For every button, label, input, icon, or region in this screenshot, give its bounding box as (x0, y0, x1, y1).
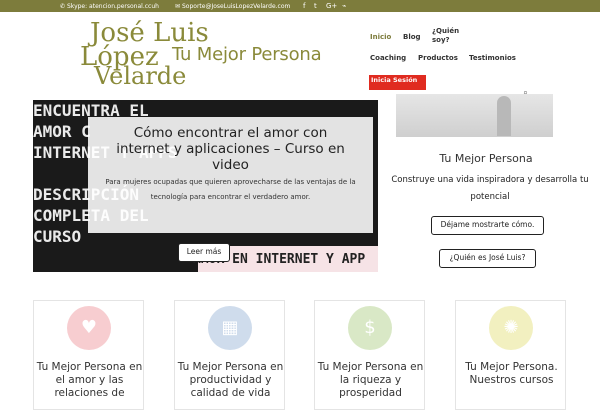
google-plus-icon[interactable]: G+ (326, 2, 337, 10)
sidebar-person-silhouette (497, 96, 511, 136)
nav-item-productos[interactable]: Productos (418, 54, 458, 62)
card-title[interactable]: Tu Mejor Persona en productividad y cali… (175, 361, 286, 400)
nav-item-inicio[interactable]: Inicio (370, 33, 391, 41)
show-me-how-button[interactable]: Déjame mostrarte cómo. (431, 216, 544, 235)
card-productivity[interactable]: ▦ Tu Mejor Persona en productividad y ca… (174, 300, 285, 410)
calendar-icon: ▦ (221, 317, 239, 338)
nav-item-blog[interactable]: Blog (403, 33, 421, 41)
card-title[interactable]: Tu Mejor Persona en el amor y las relaci… (34, 361, 145, 400)
card-icon-circle: $ (348, 306, 392, 350)
card-love[interactable]: ♥ Tu Mejor Persona en el amor y las rela… (33, 300, 144, 410)
card-courses[interactable]: ✺ Tu Mejor Persona. Nuestros cursos (455, 300, 566, 410)
card-title[interactable]: Tu Mejor Persona. Nuestros cursos (456, 361, 567, 387)
email-text[interactable]: Soporte@JoseLuisLopezVelarde.com (182, 3, 290, 10)
card-icon-circle: ✺ (489, 306, 533, 350)
dollar-icon: $ (364, 317, 376, 338)
login-button[interactable]: Inicia Sesión (369, 75, 426, 90)
rss-icon[interactable]: ⌁ (342, 2, 346, 10)
sidebar-image (396, 94, 553, 137)
nav-item-coaching[interactable]: Coaching (370, 54, 406, 62)
card-wealth[interactable]: $ Tu Mejor Persona en la riqueza y prosp… (314, 300, 425, 410)
heart-icon: ♥ (80, 317, 98, 338)
nav-item-quien-soy[interactable]: ¿Quién soy? (432, 27, 464, 45)
lightbulb-icon: ✺ (503, 317, 519, 338)
logo-line-3: Velarde (94, 62, 187, 90)
skype-icon: ✆ (60, 3, 66, 10)
hero-caption: Cómo encontrar el amor con internet y ap… (88, 117, 373, 233)
hero-description: Para mujeres ocupadas que quieren aprove… (105, 178, 356, 201)
nav-item-testimonios[interactable]: Testimonios (469, 54, 516, 62)
card-icon-circle: ♥ (67, 306, 111, 350)
sidebar-title: Tu Mejor Persona (439, 152, 533, 165)
card-title[interactable]: Tu Mejor Persona en la riqueza y prosper… (315, 361, 426, 400)
logo-tagline: Tu Mejor Persona (172, 44, 322, 65)
hero-title[interactable]: Cómo encontrar el amor con internet y ap… (88, 125, 373, 173)
facebook-icon[interactable]: f (303, 2, 305, 10)
top-bar: ✆ Skype: atencion.personal.ccuh ✉ Soport… (0, 0, 600, 12)
skype-text[interactable]: Skype: atencion.personal.ccuh (67, 3, 159, 10)
email-icon: ✉ (175, 3, 181, 10)
sidebar-text: Construye una vida inspiradora y desarro… (391, 175, 589, 202)
read-more-button[interactable]: Leer más (178, 243, 230, 262)
card-icon-circle: ▦ (208, 306, 252, 350)
twitter-icon[interactable]: t (314, 2, 317, 10)
who-is-jose-luis-button[interactable]: ¿Quién es José Luis? (439, 249, 536, 268)
